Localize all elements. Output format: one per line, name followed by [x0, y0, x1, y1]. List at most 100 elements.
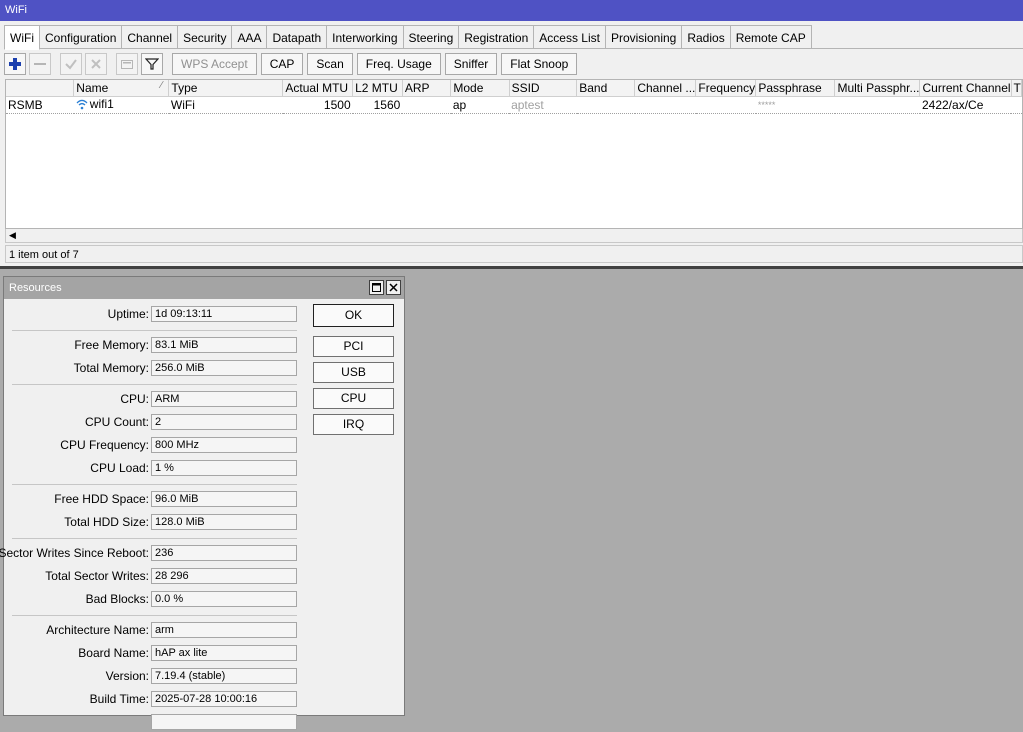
status-bar: 1 item out of 7 [5, 245, 1023, 263]
tab-channel[interactable]: Channel [122, 25, 179, 49]
horizontal-scrollbar[interactable]: ◀ [5, 229, 1023, 243]
flat-snoop-button[interactable]: Flat Snoop [501, 53, 578, 75]
architecture-label: Architecture Name: [46, 623, 149, 637]
tab-wifi[interactable]: WiFi [4, 25, 40, 50]
free-memory-label: Free Memory: [74, 338, 149, 352]
col-arp[interactable]: ARP [402, 80, 452, 97]
cell-l2-mtu: 1560 [352, 96, 403, 114]
free-memory-value: 83.1 MiB [151, 337, 297, 353]
bad-blocks-label: Bad Blocks: [85, 592, 149, 606]
maximize-icon[interactable] [369, 280, 384, 295]
close-icon[interactable] [386, 280, 401, 295]
version-value: 7.19.4 (stable) [151, 668, 297, 684]
cell-passphrase: ***** [755, 96, 835, 114]
free-hdd-label: Free HDD Space: [54, 492, 149, 506]
wps-accept-button[interactable]: WPS Accept [172, 53, 257, 75]
cell-band [576, 96, 635, 114]
col-type[interactable]: Type [168, 80, 284, 97]
sector-writes-reboot-label: Sector Writes Since Reboot: [0, 546, 149, 560]
scroll-left-icon[interactable]: ◀ [9, 230, 16, 241]
total-hdd-label: Total HDD Size: [64, 515, 149, 529]
window-divider [0, 266, 1023, 269]
col-current-channel[interactable]: Current Channel [919, 80, 1012, 97]
col-actual-mtu[interactable]: Actual MTU [282, 80, 354, 97]
separator [12, 330, 297, 331]
cell-multi-passphrase [834, 96, 920, 114]
comment-icon[interactable] [116, 53, 138, 75]
tab-steering[interactable]: Steering [403, 25, 460, 49]
usb-button[interactable]: USB [313, 362, 394, 383]
tab-interworking[interactable]: Interworking [327, 25, 404, 49]
tab-access-list[interactable]: Access List [534, 25, 606, 49]
cpu-count-value: 2 [151, 414, 297, 430]
uptime-label: Uptime: [107, 307, 149, 321]
col-channel[interactable]: Channel ... [634, 80, 697, 97]
col-frequency[interactable]: Frequency [695, 80, 757, 97]
col-ssid[interactable]: SSID [509, 80, 578, 97]
uptime-row: Uptime: 1d 09:13:11 [4, 306, 299, 324]
sector-writes-reboot-row: Sector Writes Since Reboot: 236 [0, 545, 299, 563]
resources-titlebar[interactable]: Resources [4, 277, 404, 299]
irq-button[interactable]: IRQ [313, 414, 394, 435]
sector-writes-reboot-value: 236 [151, 545, 297, 561]
cell-flags: RSMB [6, 96, 74, 114]
separator [12, 538, 297, 539]
col-name[interactable]: Name ∕ [73, 80, 170, 97]
cpu-count-row: CPU Count: 2 [4, 414, 299, 432]
cell-ssid: aptest [509, 96, 577, 114]
add-icon[interactable] [4, 53, 26, 75]
cpu-load-label: CPU Load: [90, 461, 149, 475]
scan-button[interactable]: Scan [307, 53, 353, 75]
disable-icon[interactable] [85, 53, 107, 75]
remove-icon[interactable] [29, 53, 51, 75]
tab-remote-cap[interactable]: Remote CAP [730, 25, 812, 49]
col-multi-passphrase[interactable]: Multi Passphr... [834, 80, 921, 97]
col-t[interactable]: T [1011, 80, 1022, 97]
separator [12, 615, 297, 616]
sniffer-button[interactable]: Sniffer [444, 53, 498, 75]
total-sector-writes-label: Total Sector Writes: [45, 569, 149, 583]
col-passphrase[interactable]: Passphrase [755, 80, 836, 97]
table-row[interactable]: RSMB wifi1 WiFi 1500 1560 ap aptest ****… [6, 96, 1022, 114]
uptime-value: 1d 09:13:11 [151, 306, 297, 322]
version-label: Version: [105, 669, 149, 683]
cell-name: wifi1 [73, 96, 169, 114]
wifi-tabbar: WiFi Configuration Channel Security AAA … [4, 25, 812, 50]
col-l2-mtu[interactable]: L2 MTU [352, 80, 403, 97]
ssid-value: aptest [511, 97, 544, 112]
passphrase-value: ***** [757, 99, 776, 110]
total-sector-writes-value: 28 296 [151, 568, 297, 584]
free-hdd-value: 96.0 MiB [151, 491, 297, 507]
tab-datapath[interactable]: Datapath [267, 25, 328, 49]
board-name-row: Board Name: hAP ax lite [4, 645, 299, 663]
col-band[interactable]: Band [576, 80, 636, 97]
table-header-row: Name ∕ Type Actual MTU L2 MTU ARP Mode SS… [6, 80, 1022, 97]
build-time-row: Build Time: 2025-07-28 10:00:16 [4, 691, 299, 709]
enable-icon[interactable] [60, 53, 82, 75]
architecture-row: Architecture Name: arm [4, 622, 299, 640]
total-memory-value: 256.0 MiB [151, 360, 297, 376]
cpu-button[interactable]: CPU [313, 388, 394, 409]
board-name-value: hAP ax lite [151, 645, 297, 661]
freq-usage-button[interactable]: Freq. Usage [356, 53, 441, 75]
resources-title: Resources [9, 282, 62, 294]
tab-security[interactable]: Security [178, 25, 233, 49]
cap-button[interactable]: CAP [260, 53, 304, 75]
tab-provisioning[interactable]: Provisioning [605, 25, 683, 49]
pci-button[interactable]: PCI [313, 336, 394, 357]
total-hdd-row: Total HDD Size: 128.0 MiB [4, 514, 299, 532]
tab-radios[interactable]: Radios [682, 25, 731, 49]
filter-icon[interactable] [141, 53, 163, 75]
total-memory-row: Total Memory: 256.0 MiB [4, 360, 299, 378]
cell-arp [402, 96, 451, 114]
tab-registration[interactable]: Registration [459, 25, 535, 49]
cell-mode: ap [450, 96, 510, 114]
tab-configuration[interactable]: Configuration [40, 25, 123, 49]
wifi-toolbar: WPS Accept CAP Scan Freq. Usage Sniffer … [4, 52, 581, 76]
cpu-frequency-label: CPU Frequency: [60, 438, 149, 452]
partial-row [4, 714, 299, 732]
tab-aaa[interactable]: AAA [232, 25, 268, 49]
ok-button[interactable]: OK [313, 304, 394, 327]
col-mode[interactable]: Mode [450, 80, 510, 97]
col-flags[interactable] [6, 80, 75, 97]
